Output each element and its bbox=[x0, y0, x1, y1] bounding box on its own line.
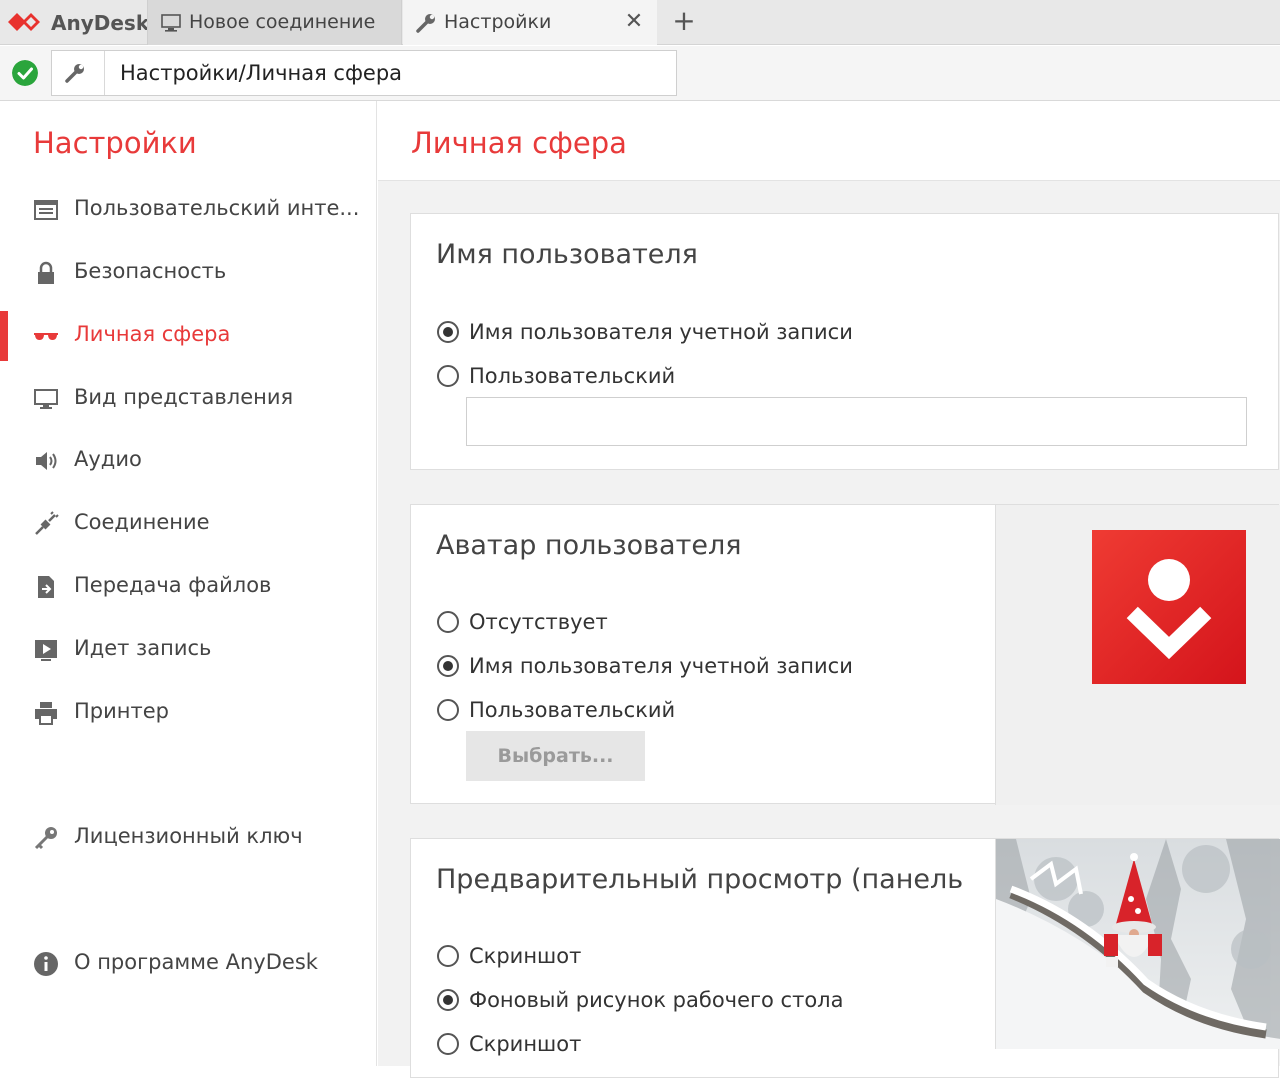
app-name: AnyDesk bbox=[51, 11, 150, 35]
radio-label: Скриншот bbox=[469, 944, 582, 968]
page-title: Личная сфера bbox=[411, 126, 627, 160]
printer-icon bbox=[35, 702, 57, 725]
tab-new-connection[interactable]: Новое соединение bbox=[147, 0, 402, 45]
sidebar-item-label: Идет запись bbox=[74, 636, 212, 660]
settings-content: Личная сфера Имя пользователя Имя пользо… bbox=[378, 101, 1280, 1078]
avatar-account-radio[interactable]: Имя пользователя учетной записи bbox=[437, 651, 853, 681]
play-icon bbox=[35, 640, 57, 661]
radio-label: Имя пользователя учетной записи bbox=[469, 320, 853, 344]
sidebar-item-audio[interactable]: Аудио bbox=[0, 436, 376, 486]
radio-label: Пользовательский bbox=[469, 698, 676, 722]
info-icon bbox=[34, 952, 58, 976]
custom-username-input[interactable] bbox=[466, 397, 1247, 446]
radio-label: Фоновый рисунок рабочего стола bbox=[469, 988, 844, 1012]
sidebar-item-label: Вид представления bbox=[74, 385, 294, 409]
sidebar-item-interface[interactable]: Пользовательский инте... bbox=[0, 185, 376, 235]
monitor-icon bbox=[161, 14, 181, 32]
address-text[interactable]: Настройки/Личная сфера bbox=[120, 61, 402, 85]
sidebar-item-label: О программе AnyDesk bbox=[74, 950, 318, 974]
radio-label: Имя пользователя учетной записи bbox=[469, 654, 853, 678]
address-field[interactable]: Настройки/Личная сфера bbox=[51, 50, 677, 96]
plug-icon bbox=[35, 511, 59, 535]
sidebar-item-privacy[interactable]: Личная сфера bbox=[0, 311, 376, 361]
sidebar-item-recording[interactable]: Идет запись bbox=[0, 625, 376, 675]
check-circle-icon bbox=[12, 60, 38, 86]
preview-wallpaper-radio[interactable]: Фоновый рисунок рабочего стола bbox=[437, 985, 843, 1015]
sidebar-item-printer[interactable]: Принтер bbox=[0, 688, 376, 738]
anydesk-logo-icon bbox=[8, 13, 40, 31]
wrench-icon bbox=[416, 14, 435, 33]
sidebar-item-display[interactable]: Вид представления bbox=[0, 374, 376, 424]
avatar-card-title: Аватар пользователя bbox=[436, 530, 742, 561]
content-header: Личная сфера bbox=[378, 101, 1280, 181]
radio-button[interactable] bbox=[437, 699, 459, 721]
avatar-icon bbox=[1092, 530, 1246, 684]
preview-screenshot-radio[interactable]: Скриншот bbox=[437, 941, 581, 971]
sidebar-item-connection[interactable]: Соединение bbox=[0, 499, 376, 549]
radio-label: Пользовательский bbox=[469, 364, 676, 388]
tab-label: Настройки bbox=[444, 11, 552, 33]
avatar-card: Аватар пользователя Отсутствует Имя поль… bbox=[410, 504, 1280, 805]
brand: AnyDesk bbox=[0, 0, 150, 45]
lock-icon bbox=[38, 261, 54, 284]
sidebar-item-label: Пользовательский инте... bbox=[74, 196, 360, 220]
tab-settings[interactable]: Настройки ✕ bbox=[403, 0, 657, 45]
preview-card-title: Предварительный просмотр (панель bbox=[436, 864, 964, 895]
sidebar-item-label: Лицензионный ключ bbox=[74, 824, 303, 848]
glasses-icon bbox=[34, 333, 58, 340]
sidebar-item-label: Безопасность bbox=[74, 259, 227, 283]
sidebar-item-label: Аудио bbox=[74, 447, 142, 471]
username-custom-radio[interactable]: Пользовательский bbox=[437, 361, 675, 391]
address-separator bbox=[104, 51, 105, 95]
sidebar-title: Настройки bbox=[33, 126, 197, 160]
radio-button[interactable] bbox=[437, 655, 459, 677]
monitor-icon bbox=[34, 389, 58, 409]
avatar-preview-pane bbox=[995, 505, 1280, 805]
tab-label: Новое соединение bbox=[189, 11, 376, 33]
preview-card: Предварительный просмотр (панель Скриншо… bbox=[410, 838, 1280, 1078]
tab-bar: AnyDesk Новое соединение Настройки ✕ + bbox=[0, 0, 1280, 45]
radio-button[interactable] bbox=[437, 365, 459, 387]
username-card: Имя пользователя Имя пользователя учетно… bbox=[410, 213, 1279, 470]
radio-label: Скриншот bbox=[469, 1032, 582, 1056]
sidebar-item-label: Личная сфера bbox=[74, 322, 231, 346]
username-card-title: Имя пользователя bbox=[436, 239, 698, 270]
interface-icon bbox=[34, 200, 58, 220]
wrench-icon bbox=[65, 64, 84, 83]
wallpaper-image bbox=[996, 839, 1280, 1049]
address-bar: Настройки/Личная сфера bbox=[0, 46, 1280, 101]
radio-button[interactable] bbox=[437, 611, 459, 633]
sidebar-item-label: Соединение bbox=[74, 510, 210, 534]
radio-button[interactable] bbox=[437, 321, 459, 343]
radio-button[interactable] bbox=[437, 989, 459, 1011]
speaker-icon bbox=[36, 452, 57, 470]
sidebar-item-license-key[interactable]: Лицензионный ключ bbox=[0, 813, 376, 863]
key-icon bbox=[34, 827, 57, 850]
settings-sidebar: Настройки Пользовательский инте... Безоп… bbox=[0, 101, 377, 1066]
choose-avatar-button[interactable]: Выбрать... bbox=[466, 731, 645, 781]
add-tab-button[interactable]: + bbox=[672, 6, 696, 38]
file-icon bbox=[38, 576, 54, 598]
avatar-none-radio[interactable]: Отсутствует bbox=[437, 607, 608, 637]
avatar-custom-radio[interactable]: Пользовательский bbox=[437, 695, 675, 725]
radio-label: Отсутствует bbox=[469, 610, 608, 634]
close-icon[interactable]: ✕ bbox=[623, 9, 645, 34]
sidebar-item-label: Принтер bbox=[74, 699, 169, 723]
sidebar-item-file-transfer[interactable]: Передача файлов bbox=[0, 562, 376, 612]
sidebar-item-label: Передача файлов bbox=[74, 573, 272, 597]
radio-button[interactable] bbox=[437, 945, 459, 967]
sidebar-item-about[interactable]: О программе AnyDesk bbox=[0, 939, 376, 989]
sidebar-item-security[interactable]: Безопасность bbox=[0, 248, 376, 298]
preview-screenshot-radio-2[interactable]: Скриншот bbox=[437, 1029, 581, 1059]
username-account-radio[interactable]: Имя пользователя учетной записи bbox=[437, 317, 853, 347]
wallpaper-preview bbox=[995, 839, 1280, 1049]
radio-button[interactable] bbox=[437, 1033, 459, 1055]
